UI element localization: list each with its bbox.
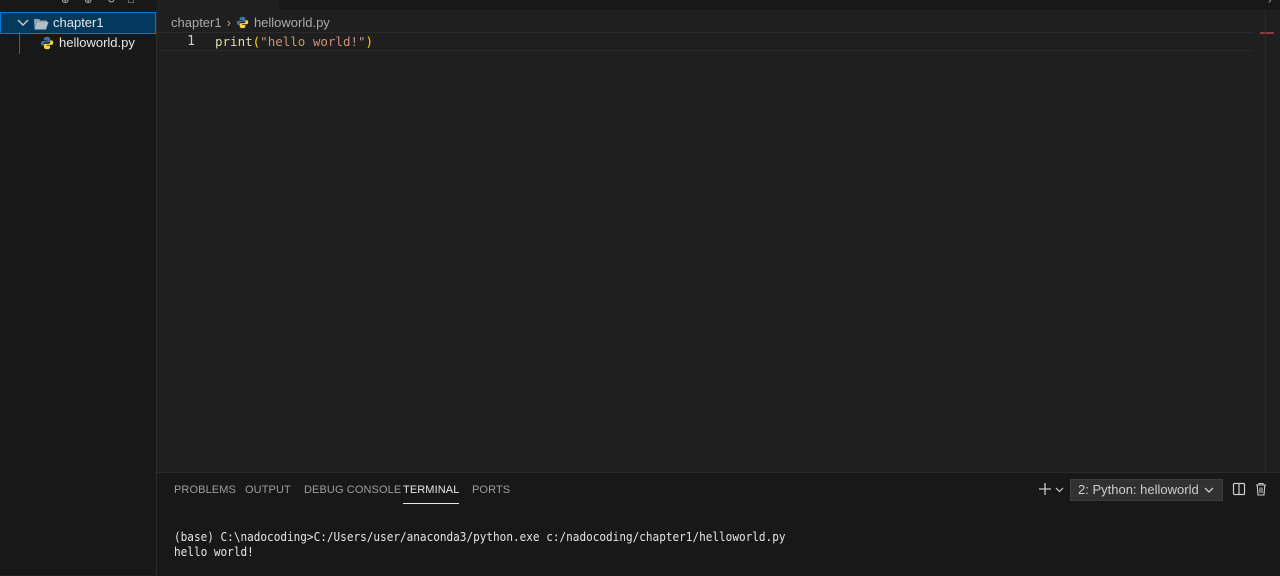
terminal-select-value: 2: Python: helloworld — [1078, 482, 1199, 497]
folder-label: chapter1 — [53, 15, 104, 30]
new-file-icon[interactable]: ⊕ — [61, 0, 71, 6]
split-terminal-icon[interactable] — [1232, 482, 1246, 496]
code-token-paren-close: ) — [365, 34, 374, 49]
more-actions-icon[interactable]: › — [1268, 0, 1278, 6]
tab-bar: ⊕ ⊕ ↻ □ › — [0, 0, 1280, 11]
breadcrumb-file[interactable]: helloworld.py — [254, 15, 330, 30]
terminal-select[interactable]: 2: Python: helloworld — [1070, 479, 1223, 501]
refresh-icon[interactable]: ↻ — [107, 0, 117, 6]
explorer-sidebar: chapter1 helloworld.py — [0, 10, 157, 575]
explorer-file-helloworld[interactable]: helloworld.py — [0, 32, 156, 54]
code-token-function: print — [215, 34, 253, 49]
tab-ports[interactable]: PORTS — [472, 483, 510, 503]
chevron-right-icon: › — [226, 15, 231, 30]
tree-indent-guide — [19, 32, 20, 54]
file-label: helloworld.py — [59, 35, 135, 50]
editor-scrollbar[interactable] — [1265, 10, 1280, 472]
new-folder-icon[interactable]: ⊕ — [84, 0, 94, 6]
collapse-all-icon[interactable]: □ — [128, 0, 138, 6]
terminal-line: (base) C:\nadocoding>C:/Users/user/anaco… — [174, 530, 786, 544]
line-number: 1 — [187, 34, 195, 49]
code-text[interactable]: print("hello world!") — [215, 33, 373, 50]
terminal-line: hello world! — [174, 544, 254, 559]
code-line[interactable]: 1 print("hello world!") — [157, 32, 1253, 51]
editor[interactable]: chapter1 › helloworld.py 1 print("hello w… — [157, 10, 1280, 472]
plus-icon[interactable] — [1038, 482, 1052, 496]
python-icon — [236, 16, 249, 29]
breadcrumb-folder[interactable]: chapter1 — [171, 15, 222, 30]
code-token-string: "hello world!" — [260, 34, 366, 49]
tab-debug-console[interactable]: DEBUG CONSOLE — [304, 483, 401, 503]
tab-output[interactable]: OUTPUT — [245, 483, 291, 503]
chevron-down-icon — [1204, 487, 1214, 493]
tab-terminal[interactable]: TERMINAL — [403, 483, 460, 504]
explorer-folder-chapter1[interactable]: chapter1 — [0, 12, 156, 34]
chevron-down-icon[interactable] — [1055, 485, 1064, 494]
terminal-output[interactable]: (base) C:\nadocoding>C:/Users/user/anaco… — [174, 530, 785, 559]
folder-open-icon — [34, 19, 49, 30]
chevron-down-icon — [17, 19, 29, 26]
breadcrumb: chapter1 › helloworld.py — [171, 15, 330, 31]
trash-icon[interactable] — [1255, 482, 1267, 496]
bottom-panel: PROBLEMS OUTPUT DEBUG CONSOLE TERMINAL P… — [157, 472, 1280, 576]
python-icon — [40, 36, 54, 50]
tab-problems[interactable]: PROBLEMS — [174, 483, 236, 503]
